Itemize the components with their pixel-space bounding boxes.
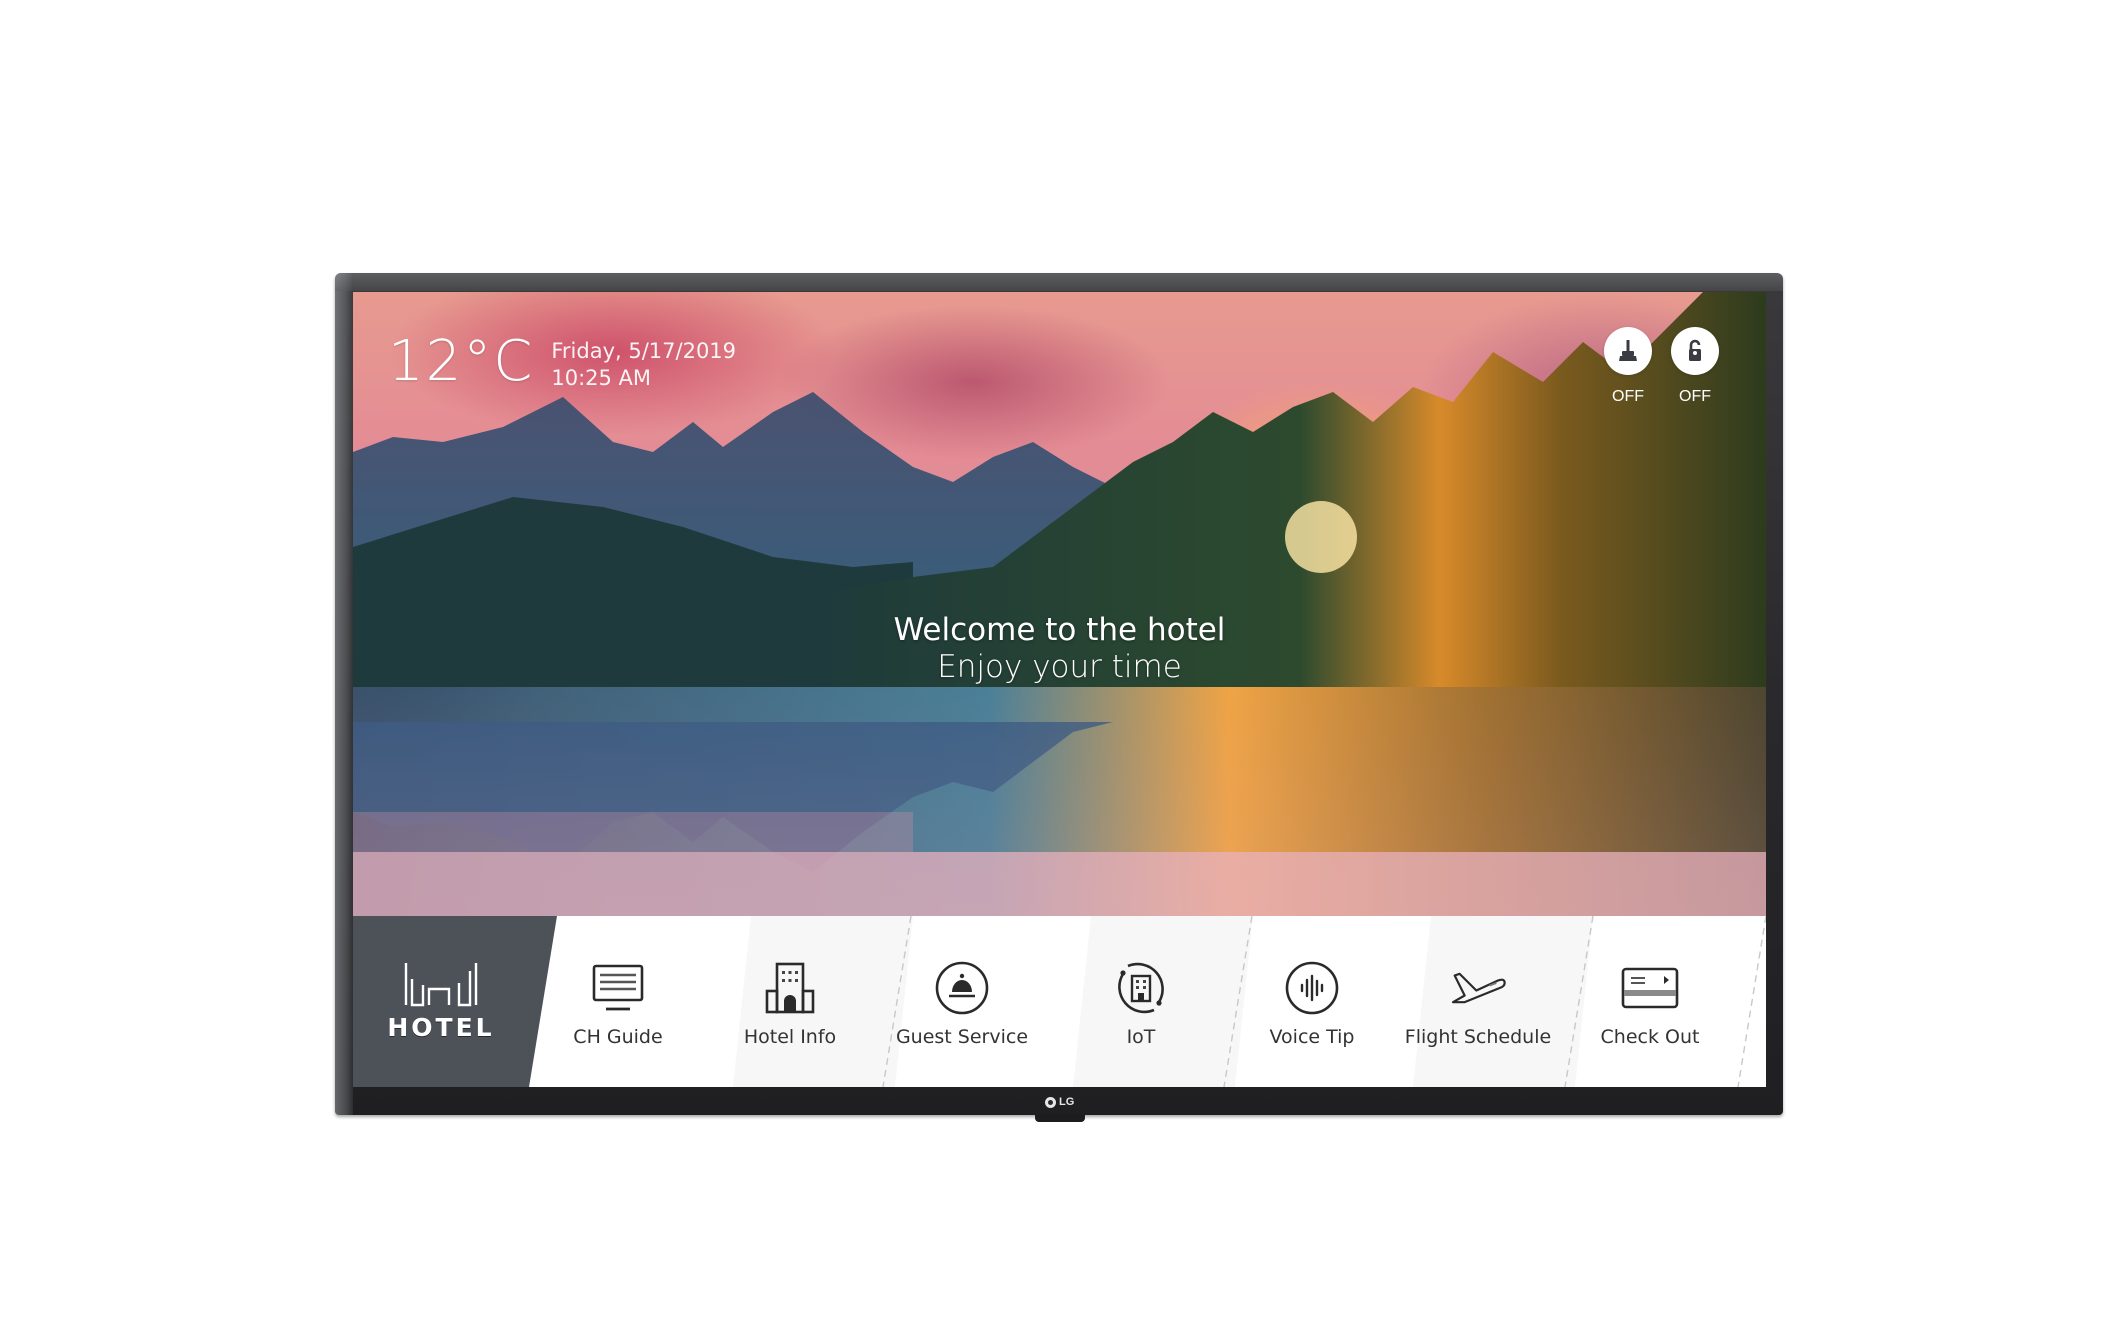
lg-logo: LG bbox=[1045, 1095, 1074, 1109]
date-text: Friday, 5/17/2019 bbox=[551, 339, 737, 363]
temperature: 12°C bbox=[388, 329, 535, 394]
menu-item-hotel-info[interactable]: Hotel Info bbox=[704, 916, 876, 1087]
lg-logo-text: LG bbox=[1059, 1096, 1075, 1108]
status-do-not-disturb[interactable]: OFF bbox=[1671, 327, 1719, 406]
time-text: 10:25 AM bbox=[551, 366, 652, 390]
menu-label: Voice Tip bbox=[1269, 1026, 1355, 1048]
menu-item-check-out[interactable]: Check Out bbox=[1564, 916, 1736, 1087]
menu-label: IoT bbox=[1126, 1026, 1156, 1048]
menu-label: Hotel Info bbox=[743, 1026, 837, 1048]
tv-screen: 12°C Friday, 5/17/2019 10:25 AM OFF OFF … bbox=[353, 292, 1766, 1087]
hotel-menu-bar: HOTEL CH Guide Hotel Info Guest Service … bbox=[353, 916, 1766, 1087]
welcome-message: Welcome to the hotel Enjoy your time bbox=[353, 612, 1766, 686]
lake-reflection bbox=[353, 687, 1766, 916]
do-not-disturb-status-label: OFF bbox=[1679, 388, 1711, 405]
housekeeping-broom-icon[interactable] bbox=[1604, 327, 1652, 375]
welcome-title: Welcome to the hotel bbox=[893, 612, 1226, 648]
tv-guide-icon bbox=[588, 958, 648, 1018]
menu-item-voice-tip[interactable]: Voice Tip bbox=[1226, 916, 1398, 1087]
menu-item-ch-guide[interactable]: CH Guide bbox=[532, 916, 704, 1087]
building-icon bbox=[760, 958, 820, 1018]
menu-item-guest-service[interactable]: Guest Service bbox=[876, 916, 1048, 1087]
lg-logo-icon bbox=[1045, 1096, 1056, 1108]
date-time: Friday, 5/17/2019 10:25 AM bbox=[551, 338, 736, 392]
welcome-subtitle: Enjoy your time bbox=[937, 649, 1182, 685]
menu-item-flight-schedule[interactable]: Flight Schedule bbox=[1392, 916, 1564, 1087]
weather-widget: 12°C Friday, 5/17/2019 10:25 AM bbox=[388, 334, 736, 392]
room-status-indicators: OFF OFF bbox=[1604, 327, 1719, 406]
menu-label: Guest Service bbox=[895, 1026, 1029, 1048]
iot-building-icon bbox=[1111, 958, 1171, 1018]
do-not-disturb-door-hanger-icon[interactable] bbox=[1671, 327, 1719, 375]
menu-label: Flight Schedule bbox=[1404, 1026, 1552, 1048]
housekeeping-status-label: OFF bbox=[1612, 388, 1644, 405]
voice-wave-icon bbox=[1282, 958, 1342, 1018]
airplane-icon bbox=[1448, 958, 1508, 1018]
menu-label: Check Out bbox=[1600, 1026, 1700, 1048]
menu-label: CH Guide bbox=[573, 1026, 663, 1048]
service-bell-icon bbox=[932, 958, 992, 1018]
status-housekeeping[interactable]: OFF bbox=[1604, 327, 1652, 406]
card-icon bbox=[1620, 958, 1680, 1018]
menu-item-iot[interactable]: IoT bbox=[1055, 916, 1227, 1087]
tv-stand bbox=[1035, 1113, 1085, 1122]
